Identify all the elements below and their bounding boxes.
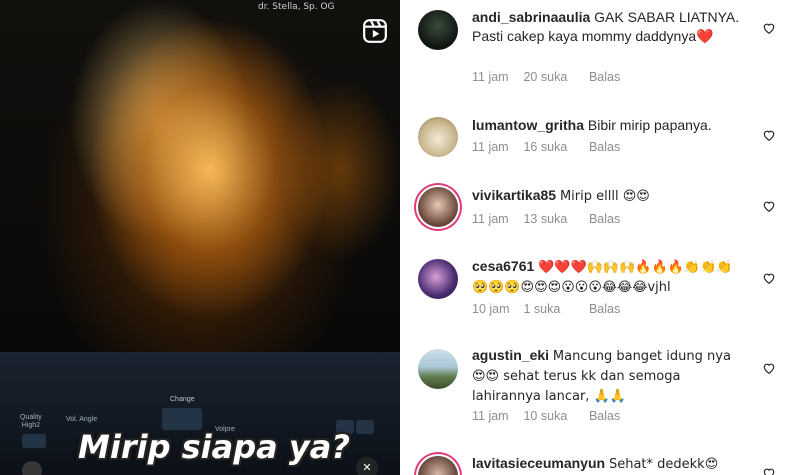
avatar[interactable]	[418, 349, 458, 389]
comment-likes[interactable]: 16 suka	[523, 140, 585, 154]
comment-likes[interactable]: 13 suka	[523, 212, 585, 226]
avatar[interactable]	[418, 117, 458, 157]
comment-text: Bibir mirip papanya.	[587, 117, 712, 133]
comment-username[interactable]: andi_sabrinaaulia	[472, 9, 590, 25]
comment-text: Mirip ellll 😍😍	[559, 189, 650, 204]
reel-video[interactable]: dr. Stella, Sp. OG Quality High2 Vol. An…	[0, 0, 400, 475]
change-knob	[162, 408, 202, 430]
comments-list: andi_sabrinaaulia GAK SABAR LIATNYA. Pas…	[400, 0, 800, 475]
comment-time: 10 jam	[472, 302, 510, 316]
quality-readout: Quality High2	[20, 414, 42, 430]
comment-time: 11 jam	[472, 70, 509, 84]
comment-username[interactable]: agustin_eki	[472, 347, 549, 363]
comment-meta: 11 jam 13 suka Balas	[472, 212, 620, 226]
comment-likes[interactable]: 20 suka	[523, 70, 585, 84]
avatar[interactable]	[418, 456, 458, 475]
comment-meta: 11 jam 20 suka Balas	[472, 70, 620, 84]
comment-meta: 11 jam 16 suka Balas	[472, 140, 620, 154]
comment-body: andi_sabrinaaulia GAK SABAR LIATNYA. Pas…	[472, 8, 742, 46]
comment-username[interactable]: cesa6761	[472, 258, 534, 274]
video-caption: Mirip siapa ya?	[78, 428, 350, 466]
heart-outline-icon[interactable]	[762, 128, 776, 142]
quality-label: Quality	[20, 414, 42, 421]
reply-button[interactable]: Balas	[589, 212, 620, 226]
comment-likes[interactable]: 1 suka	[523, 302, 585, 316]
comment-body: agustin_eki Mancung banget idung nya😍😍 s…	[472, 346, 742, 406]
panel-button	[22, 434, 46, 448]
reply-button[interactable]: Balas	[589, 140, 620, 154]
heart-outline-icon[interactable]	[762, 271, 776, 285]
comment-time: 11 jam	[472, 140, 509, 154]
comment-username[interactable]: vivikartika85	[472, 187, 556, 203]
heart-outline-icon[interactable]	[762, 199, 776, 213]
doctor-label: dr. Stella, Sp. OG	[258, 2, 335, 12]
vol-angle-readout: Vol. Angle	[66, 416, 98, 423]
comment-meta: 11 jam 10 suka Balas	[472, 409, 620, 423]
reply-button[interactable]: Balas	[589, 409, 620, 423]
comment-body: vivikartika85 Mirip ellll 😍😍	[472, 186, 742, 206]
comment-body: lumantow_gritha Bibir mirip papanya.	[472, 116, 742, 135]
heart-outline-icon[interactable]	[762, 361, 776, 375]
avatar[interactable]	[418, 259, 458, 299]
panel-button	[356, 420, 374, 434]
comment-username[interactable]: lavitasieceumanyun	[472, 455, 605, 471]
comment-meta: 10 jam 1 suka Balas	[472, 302, 620, 316]
heart-outline-icon[interactable]	[762, 21, 776, 35]
comment-text: Sehat* dedekk😍	[608, 457, 719, 472]
reels-icon[interactable]	[362, 18, 388, 44]
reply-button[interactable]: Balas	[589, 70, 620, 84]
comment-time: 11 jam	[472, 409, 509, 423]
comment-body: lavitasieceumanyun Sehat* dedekk😍	[472, 454, 742, 474]
comment-time: 11 jam	[472, 212, 509, 226]
comment-body: cesa6761 ❤️❤️❤️🙌🙌🙌🔥🔥🔥👏👏👏🥺🥺🥺😍😍😍😮😮😮😂😂😂vjhl	[472, 257, 742, 297]
avatar[interactable]	[418, 10, 458, 50]
avatar	[22, 461, 42, 475]
heart-outline-icon[interactable]	[762, 466, 776, 475]
avatar[interactable]	[418, 187, 458, 227]
reply-button[interactable]: Balas	[589, 302, 620, 316]
comment-username[interactable]: lumantow_gritha	[472, 117, 584, 133]
mute-icon[interactable]: ✕	[356, 457, 378, 475]
change-label: Change	[170, 396, 195, 403]
comment-likes[interactable]: 10 suka	[523, 409, 585, 423]
quality-value: High2	[21, 422, 41, 429]
